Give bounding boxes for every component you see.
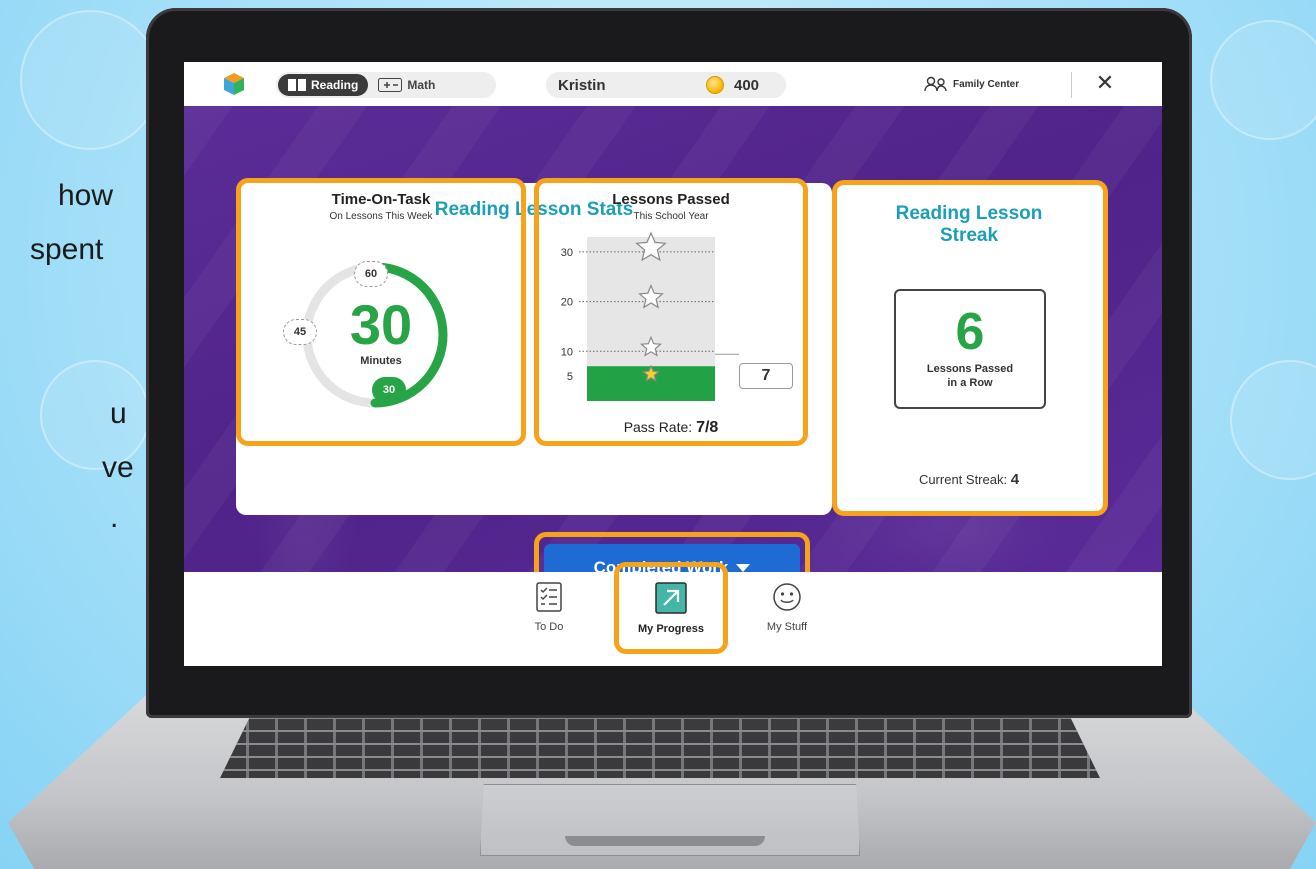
coin-balance: 400 xyxy=(706,76,759,94)
plus-minus-icon xyxy=(378,78,403,92)
family-center-link[interactable]: Family Center xyxy=(924,76,1019,92)
gauge-tick-30: 30 xyxy=(372,377,406,403)
chart-tick-label: 5 xyxy=(567,371,573,383)
coin-icon xyxy=(706,76,724,94)
user-info: Kristin 400 xyxy=(546,72,786,98)
content-area: Reading Lesson Stats Time-On-Task On Les… xyxy=(184,106,1162,598)
pass-rate: Pass Rate: 7/8 xyxy=(539,419,803,437)
nav-label: My Stuff xyxy=(766,621,808,633)
book-icon xyxy=(288,79,306,91)
coin-count: 400 xyxy=(734,76,760,94)
nav-item-my-stuff[interactable]: My Stuff xyxy=(742,582,832,633)
slide-text-line: how xyxy=(58,179,114,212)
lessons-value-callout: 7 xyxy=(739,363,793,389)
laptop-notch xyxy=(565,836,765,846)
lessons-passed-subtitle: This School Year xyxy=(633,211,709,222)
subject-tab-label: Reading xyxy=(311,78,359,92)
app-logo-icon xyxy=(224,73,244,95)
app-screen: Reading Math Kristin 400 Family Center ✕… xyxy=(184,62,1162,666)
lessons-value: 7 xyxy=(761,367,771,384)
nav-label: To Do xyxy=(534,621,564,633)
checklist-icon xyxy=(536,582,562,612)
family-center-label: Family Center xyxy=(953,78,1020,90)
slide-text-line: . xyxy=(110,501,119,534)
slide-text-line: ve xyxy=(102,451,134,484)
topbar-divider xyxy=(1071,72,1072,98)
chart-tick-label: 10 xyxy=(561,346,573,358)
subject-tab-reading[interactable]: Reading xyxy=(278,74,369,96)
user-name: Kristin xyxy=(558,76,606,94)
pass-rate-label: Pass Rate: xyxy=(623,419,693,435)
decor-bubble xyxy=(1210,20,1316,140)
time-on-task-panel: Time-On-Task On Lessons This Week 60 45 … xyxy=(236,178,526,446)
streak-highlight xyxy=(832,180,1108,516)
time-on-task-value: 30 xyxy=(349,293,413,356)
lessons-passed-panel: Lessons Passed This School Year 5 10 20 30 … xyxy=(534,178,808,446)
decor-bubble xyxy=(1230,360,1316,480)
decor-bubble xyxy=(20,10,160,150)
time-on-task-title: Time-On-Task xyxy=(331,191,431,208)
close-icon[interactable]: ✕ xyxy=(1092,70,1118,96)
slide-text-line: spent xyxy=(30,233,104,266)
nav-item-to-do[interactable]: To Do xyxy=(504,582,594,633)
people-icon xyxy=(924,76,947,92)
gauge-tick-60: 60 xyxy=(354,261,388,287)
subject-tab-label: Math xyxy=(407,78,436,92)
chart-tick-label: 30 xyxy=(561,247,573,259)
slide-text-line: u xyxy=(110,397,127,430)
time-on-task-unit: Minutes xyxy=(360,355,402,367)
lessons-passed-title: Lessons Passed xyxy=(612,191,730,208)
subject-switcher: Reading Math xyxy=(276,72,496,98)
pass-rate-value: 7/8 xyxy=(696,419,719,436)
smiley-icon xyxy=(773,583,801,611)
chart-tick-label: 20 xyxy=(561,297,573,309)
subject-tab-math[interactable]: Math xyxy=(368,74,445,96)
my-progress-highlight xyxy=(614,562,728,654)
time-on-task-subtitle: On Lessons This Week xyxy=(329,211,433,222)
top-bar: Reading Math Kristin 400 Family Center ✕ xyxy=(184,62,1162,106)
